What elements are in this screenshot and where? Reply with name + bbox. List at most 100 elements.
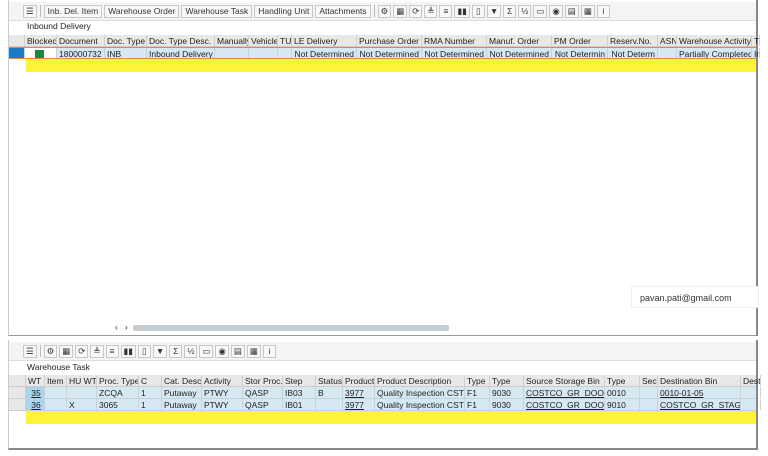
tab-button[interactable]: Warehouse Order xyxy=(104,4,180,18)
table-row[interactable]: 35 ZCQA 1 Putaway PTWY QASP IB03 B 3977 Quality I… xyxy=(9,387,761,399)
table-cell xyxy=(316,399,343,410)
column-header[interactable]: LE Delivery xyxy=(292,35,357,46)
column-header[interactable]: Purchase Order xyxy=(357,35,422,46)
scroll-left-icon[interactable]: ‹ xyxy=(115,322,118,332)
settings-icon[interactable]: ⚙ xyxy=(43,344,58,358)
table-cell[interactable]: 3977 xyxy=(343,387,375,398)
column-header[interactable]: Product xyxy=(343,375,375,386)
column-header[interactable] xyxy=(9,375,26,386)
find-icon[interactable]: ▮▮ xyxy=(454,4,470,18)
column-header[interactable]: Source Storage Bin xyxy=(524,375,605,386)
spreadsheet-icon[interactable]: ▤ xyxy=(230,344,245,358)
table-cell[interactable]: COSTCO_GR_DOOR xyxy=(524,399,605,410)
funnel-icon[interactable]: ▼ xyxy=(152,344,168,358)
table-cell[interactable]: COSTCO_GR_DOOR xyxy=(524,387,605,398)
sort-asc-icon[interactable]: ≜ xyxy=(424,4,438,18)
sort-desc-icon[interactable]: ≡ xyxy=(439,4,453,18)
column-header[interactable]: Type xyxy=(490,375,524,386)
scroll-right-icon[interactable]: › xyxy=(125,322,128,332)
column-header[interactable]: Type xyxy=(605,375,640,386)
info-icon[interactable]: i xyxy=(262,344,276,358)
table-cell: Quality Inspection CST xyxy=(377,387,465,398)
column-header[interactable]: RMA Number xyxy=(422,35,487,46)
layout-icon[interactable]: ▦ xyxy=(246,344,261,358)
row-selector[interactable] xyxy=(9,387,26,398)
column-header[interactable]: Step xyxy=(283,375,316,386)
column-header[interactable]: Proc. Type xyxy=(97,375,139,386)
bottom-toolbar: ☰ ⚙ ▦ ⟳ ≜ ≡ ▮▮ ▯ ▼ Σ ½ ▭ ◉ ▤ ▦ i xyxy=(9,342,756,361)
subtotal-icon[interactable]: ½ xyxy=(184,344,198,358)
table-cell[interactable]: 35 xyxy=(26,387,45,398)
find-next-icon[interactable]: ▯ xyxy=(471,4,485,18)
tab-button[interactable]: Attachments xyxy=(315,4,371,18)
details-button[interactable]: ☰ xyxy=(23,4,37,18)
refresh-icon[interactable]: ⟳ xyxy=(75,344,89,358)
spreadsheet-icon[interactable]: ▤ xyxy=(564,4,579,18)
find-icon[interactable]: ▮▮ xyxy=(120,344,136,358)
export-icon[interactable]: ◉ xyxy=(549,4,563,18)
sum-icon[interactable]: Σ xyxy=(503,4,517,18)
table-cell: Not Determined xyxy=(487,48,552,58)
sort-asc-icon[interactable]: ≜ xyxy=(90,344,104,358)
tab-button[interactable]: Warehouse Task xyxy=(181,4,253,18)
column-header[interactable]: Doc. Type xyxy=(105,35,147,46)
column-header[interactable]: Vehicle xyxy=(249,35,278,46)
column-header[interactable]: Status xyxy=(316,375,343,386)
table-cell[interactable]: 180000732 xyxy=(57,48,105,58)
filter-icon[interactable]: ▦ xyxy=(393,4,408,18)
table-row[interactable]: 180000732 INB Inbound Delivery Not Determin… xyxy=(9,47,760,59)
column-header[interactable]: Manually xyxy=(215,35,249,46)
column-header[interactable]: Destination Bin xyxy=(658,375,741,386)
table-cell[interactable]: 36 xyxy=(26,399,45,410)
column-header[interactable]: Document xyxy=(57,35,105,46)
column-header[interactable]: ASN xyxy=(658,35,677,46)
column-header[interactable]: Stor Proc. xyxy=(243,375,283,386)
column-header[interactable]: Reserv.No. xyxy=(608,35,658,46)
column-header[interactable]: Blocked xyxy=(25,35,57,46)
column-header[interactable]: Activity xyxy=(202,375,243,386)
table-cell xyxy=(741,387,761,398)
column-header[interactable]: Warehouse Activity xyxy=(677,35,752,46)
info-icon[interactable]: i xyxy=(596,4,610,18)
column-header[interactable]: Type xyxy=(465,375,490,386)
print-icon[interactable]: ▭ xyxy=(533,4,548,18)
table-cell[interactable]: COSTCO_GR_STAGE xyxy=(658,399,741,410)
scrollbar-thumb[interactable] xyxy=(133,325,449,331)
column-header[interactable]: Manuf. Order xyxy=(487,35,552,46)
table-row[interactable]: 36 X 3065 1 Putaway PTWY QASP IB01 3977 Quality I… xyxy=(9,399,761,411)
column-header[interactable]: Dest xyxy=(741,375,761,386)
column-header[interactable]: Cat. Desc. xyxy=(162,375,202,386)
table-cell[interactable]: 3977 xyxy=(343,399,375,410)
column-header[interactable]: Product Description xyxy=(375,375,465,386)
sum-icon[interactable]: Σ xyxy=(169,344,183,358)
column-header[interactable]: TU xyxy=(278,35,292,46)
column-header[interactable]: Item xyxy=(45,375,67,386)
column-header[interactable]: HU WT xyxy=(67,375,97,386)
export-icon[interactable]: ◉ xyxy=(215,344,229,358)
table-cell: 3065 xyxy=(97,399,139,410)
warehouse-task-panel: ☰ ⚙ ▦ ⟳ ≜ ≡ ▮▮ ▯ ▼ Σ ½ ▭ ◉ ▤ ▦ i Warehouse Task WT Item H… xyxy=(8,340,761,450)
print-icon[interactable]: ▭ xyxy=(199,344,214,358)
filter-icon[interactable]: ▦ xyxy=(59,344,74,358)
find-next-icon[interactable]: ▯ xyxy=(137,344,151,358)
layout-icon[interactable]: ▦ xyxy=(580,4,595,18)
column-header[interactable]: Doc. Type Desc. xyxy=(147,35,215,46)
details-button[interactable]: ☰ xyxy=(23,344,37,358)
horizontal-scrollbar[interactable]: ‹ › xyxy=(111,322,651,332)
column-header[interactable]: C xyxy=(139,375,162,386)
table-cell[interactable]: 0010-01-05 xyxy=(658,387,741,398)
row-selector[interactable] xyxy=(9,48,25,58)
funnel-icon[interactable]: ▼ xyxy=(486,4,502,18)
column-header[interactable]: T xyxy=(752,35,760,46)
tab-button[interactable]: Handling Unit xyxy=(254,4,314,18)
refresh-icon[interactable]: ⟳ xyxy=(409,4,423,18)
settings-icon[interactable]: ⚙ xyxy=(377,4,392,18)
row-selector[interactable] xyxy=(9,399,26,410)
column-header[interactable] xyxy=(9,35,25,46)
tab-button[interactable]: Inb. Del. Item xyxy=(43,4,103,18)
subtotal-icon[interactable]: ½ xyxy=(518,4,532,18)
column-header[interactable]: PM Order xyxy=(552,35,608,46)
column-header[interactable]: Sec. xyxy=(640,375,658,386)
column-header[interactable]: WT xyxy=(26,375,45,386)
sort-desc-icon[interactable]: ≡ xyxy=(105,344,119,358)
